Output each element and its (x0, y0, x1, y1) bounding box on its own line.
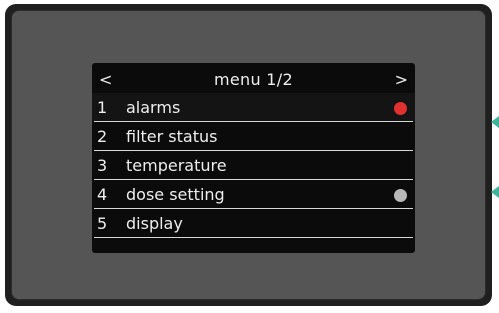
menu-item-number: 3 (97, 156, 108, 175)
status-dot-icon (394, 189, 407, 202)
menu-item-filter-status[interactable]: 2 filter status (92, 122, 415, 151)
menu-item-label: temperature (126, 156, 227, 175)
menu-item-display[interactable]: 5 display (92, 209, 415, 238)
menu-item-number: 1 (97, 98, 108, 117)
menu-item-number: 4 (97, 185, 108, 204)
menu-list: 1 alarms 2 filter status 3 temperature 4… (92, 93, 415, 238)
menu-item-number: 5 (97, 214, 108, 233)
menu-item-label: display (126, 214, 183, 233)
menu-title: menu 1/2 (214, 70, 293, 89)
menu-item-label: filter status (126, 127, 218, 146)
menu-item-label: dose setting (126, 185, 225, 204)
alarm-dot-icon (394, 102, 407, 115)
menu-header: < menu 1/2 > (92, 67, 415, 93)
next-page-button[interactable]: > (395, 69, 408, 91)
pointer-left-icon (491, 186, 499, 198)
display-screen: < menu 1/2 > 1 alarms 2 filter status 3 … (92, 63, 415, 253)
menu-item-alarms[interactable]: 1 alarms (92, 93, 415, 122)
menu-item-number: 2 (97, 127, 108, 146)
menu-item-label: alarms (126, 98, 181, 117)
menu-item-temperature[interactable]: 3 temperature (92, 151, 415, 180)
menu-item-dose-setting[interactable]: 4 dose setting (92, 180, 415, 209)
pointer-left-icon (491, 116, 499, 128)
